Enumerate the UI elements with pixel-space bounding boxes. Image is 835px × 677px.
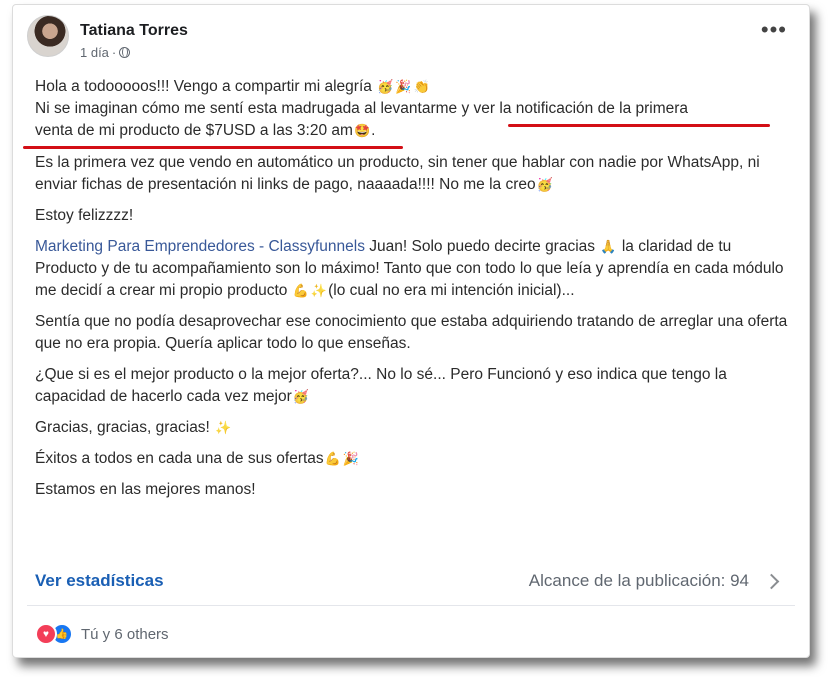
star-eyes-emoji: 🤩 [353,123,371,138]
highlight-underline-2 [23,146,403,149]
divider [27,605,795,606]
paragraph-9: Estamos en las mejores manos! [35,481,256,498]
paragraph-1: Hola a todooooos!!! Vengo a compartir mi… [35,76,795,142]
p1-line1: Hola a todooooos!!! Vengo a compartir mi… [35,78,372,95]
muscle-emoji: 💪 [292,283,309,298]
meta-separator: · [111,45,117,60]
paragraph-3: Estoy felizzzz! [35,207,134,224]
p6-text: ¿Que si es el mejor producto o la mejor … [35,366,727,405]
p1-line3: venta de mi producto de $7USD a las 3:20… [35,122,353,139]
post-card: Tatiana Torres 1 día · ••• Hola a todooo… [12,4,810,658]
author-name[interactable]: Tatiana Torres [80,22,188,40]
party-face-emoji: 🥳 [377,79,394,94]
paragraph-8: Éxitos a todos en cada una de sus oferta… [35,448,795,470]
paragraph-4: Marketing Para Emprendedores - Classyfun… [35,236,795,302]
tada-emoji-2: 🎉 [342,451,360,466]
p1-line2a: Ni se imaginan cómo me sentí esta madrug… [35,100,474,117]
clap-emoji: 👏 [413,79,430,94]
party-face-emoji-2: 🥳 [536,177,553,192]
post-time[interactable]: 1 día [80,45,109,60]
paragraph-6: ¿Que si es el mejor producto o la mejor … [35,364,795,408]
post-reach[interactable]: Alcance de la publicación: 94 [529,571,749,591]
love-reaction-icon: ♥ [35,623,57,645]
paragraph-5: Sentía que no podía desaprovechar ese co… [35,313,788,352]
post-body: Hola a todooooos!!! Vengo a compartir mi… [35,76,795,510]
pray-emoji: 🙏 [600,239,617,254]
reactions-count[interactable]: Tú y 6 others [81,626,169,643]
post-meta: 1 día · [80,45,131,60]
highlight-underline-1 [508,124,770,127]
tada-emoji: 🎉 [395,79,412,94]
muscle-emoji-2: 💪 [324,451,341,466]
globe-icon [119,47,131,58]
reactions-summary[interactable]: ♥ 👍 Tú y 6 others [35,623,169,645]
p2-text: Es la primera vez que vendo en automátic… [35,154,760,193]
p4-a: Juan! Solo puedo decirte gracias [364,238,600,255]
view-stats-link[interactable]: Ver estadísticas [35,571,164,591]
paragraph-7: Gracias, gracias, gracias! ✨ [35,417,795,439]
paragraph-2: Es la primera vez que vendo en automátic… [35,152,795,196]
sparkles-emoji-2: ✨ [215,420,232,435]
chevron-right-icon[interactable] [763,573,780,590]
p1-line2b: ver la notificación de la primera [473,100,689,117]
p8-text: Éxitos a todos en cada una de sus oferta… [35,450,324,467]
p7-text: Gracias, gracias, gracias! [35,419,210,436]
avatar[interactable] [27,15,69,57]
page-mention-link[interactable]: Marketing Para Emprendedores - Classyfun… [35,238,365,255]
more-options-icon[interactable]: ••• [761,19,787,41]
p4-c: (lo cual no era mi intención inicial)... [328,282,575,299]
sparkles-emoji: ✨ [310,283,328,298]
party-face-emoji-3: 🥳 [292,389,309,404]
